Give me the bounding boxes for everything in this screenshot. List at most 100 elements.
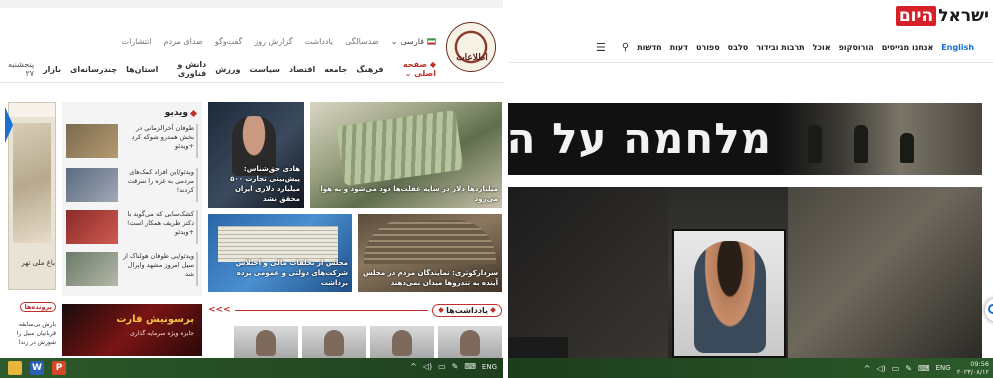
clock[interactable]: 09:56 ۲۰۲۳/۰۸/۱۲ bbox=[957, 360, 989, 376]
search-icon[interactable]: ⚲ bbox=[622, 42, 629, 53]
notes-divider bbox=[234, 309, 429, 311]
top-nav-item[interactable]: انتشارات bbox=[122, 37, 152, 46]
side-story-caption: باغ ملی تهر bbox=[21, 259, 55, 267]
video-item-bar bbox=[196, 168, 198, 202]
input-language[interactable]: ENG bbox=[482, 363, 497, 371]
top-nav-item[interactable]: صدسالگی bbox=[345, 37, 379, 46]
author-portrait[interactable] bbox=[370, 326, 434, 358]
nav-item[interactable]: چندرسانه‌ای bbox=[70, 65, 117, 74]
nav-item[interactable]: תרבות ובידור bbox=[756, 43, 804, 52]
video-item-bar bbox=[196, 210, 198, 244]
feature-card[interactable]: سردارکوثری: نمایندگان مردم در مجلس آینده… bbox=[358, 214, 502, 292]
nav-item[interactable]: דעות bbox=[670, 43, 688, 52]
diamond-icon bbox=[438, 307, 444, 313]
feature-caption: مجلس از تخلفات مالی و اختلاس شرکت‌های دو… bbox=[235, 259, 348, 287]
volume-icon[interactable]: ◁) bbox=[877, 364, 886, 373]
notes-title-label: یادداشت‌ها bbox=[446, 305, 488, 315]
site-logo[interactable]: ישראל היום bbox=[895, 6, 989, 26]
pen-icon[interactable]: ✎ bbox=[452, 362, 459, 371]
nav-item[interactable]: استان‌ها bbox=[126, 65, 158, 74]
keyboard-icon[interactable]: ⌨ bbox=[918, 364, 930, 373]
network-icon[interactable]: ▭ bbox=[892, 364, 900, 373]
nav-home[interactable]: ◆ صفحه اصلی ⌄ bbox=[393, 60, 436, 78]
top-nav-item[interactable]: یادداشت bbox=[305, 37, 334, 46]
war-banner[interactable]: מלחמה על הבית bbox=[508, 103, 982, 175]
feature-caption: هادی حق‌شناس: پیش‌بینی تجارت ۵۰۰ میلیارد… bbox=[230, 165, 300, 203]
nav-item[interactable]: سیاست bbox=[250, 65, 280, 74]
input-language[interactable]: ENG bbox=[936, 364, 951, 372]
nav-item[interactable]: ספורט bbox=[696, 43, 720, 52]
volume-icon[interactable]: ◁) bbox=[423, 362, 432, 371]
powerpoint-icon[interactable]: P bbox=[52, 361, 66, 375]
nav-item[interactable]: הורוסקופ bbox=[839, 43, 874, 52]
taskbar-apps: W P bbox=[8, 361, 66, 375]
video-item[interactable]: طوفان آخرالزمانی در بخش همدرو شوکه کرد +… bbox=[66, 124, 198, 162]
advertisement-banner[interactable]: برسونیش فارت جایزه ویژه سرمایه گذاری bbox=[62, 304, 202, 356]
nav-item[interactable]: دانش و فناوری bbox=[167, 60, 206, 78]
top-nav-item[interactable]: صدای مردم bbox=[164, 37, 203, 46]
top-nav: فارسی ⌄ صدسالگی یادداشت گزارش روز گفت‌وگ… bbox=[8, 34, 436, 48]
chevron-up-icon[interactable]: ^ bbox=[864, 364, 871, 373]
nav-item[interactable]: אוכל bbox=[813, 43, 831, 52]
nav-item[interactable]: اقتصاد bbox=[289, 65, 315, 74]
file-explorer-icon[interactable] bbox=[8, 361, 22, 375]
video-item[interactable]: ویدئو/بی طوفان هولناک از سیل امروز مشهد … bbox=[66, 252, 198, 290]
ad-subtitle: جایزه ویژه سرمایه گذاری bbox=[130, 330, 194, 337]
video-item-title: طوفان آخرالزمانی در بخش همدرو شوکه کرد +… bbox=[131, 124, 194, 150]
diamond-icon bbox=[189, 109, 198, 117]
video-thumbnail bbox=[66, 252, 118, 286]
network-icon[interactable]: ▭ bbox=[438, 362, 446, 371]
word-icon[interactable]: W bbox=[30, 361, 44, 375]
dossier-item[interactable]: بارش بی‌سابقه قربانیان سیل را bbox=[8, 320, 56, 338]
video-player[interactable] bbox=[508, 187, 982, 358]
feature-card[interactable]: هادی حق‌شناس: پیش‌بینی تجارت ۵۰۰ میلیارد… bbox=[208, 102, 304, 208]
nav-item-english[interactable]: English bbox=[941, 43, 974, 52]
logo-text: اطلاعات bbox=[456, 53, 488, 63]
nav-divider bbox=[508, 62, 993, 63]
nav-item[interactable]: סלבס bbox=[728, 43, 749, 52]
notes-more-arrows[interactable]: <<< bbox=[208, 305, 231, 315]
top-nav-item[interactable]: گفت‌وگو bbox=[215, 37, 243, 46]
side-story-card[interactable]: باغ ملی تهر bbox=[5, 102, 56, 290]
nav-item[interactable]: فرهنگ bbox=[356, 65, 383, 74]
author-portrait[interactable] bbox=[438, 326, 502, 358]
carousel-arrow-icon[interactable] bbox=[5, 107, 13, 143]
dossier-item[interactable]: شورش در زندا bbox=[8, 338, 56, 347]
feature-card[interactable]: مجلس از تخلفات مالی و اختلاس شرکت‌های دو… bbox=[208, 214, 352, 292]
author-portrait[interactable] bbox=[234, 326, 298, 358]
video-section: ویدیو طوفان آخرالزمانی در بخش همدرو شوکه… bbox=[62, 102, 202, 296]
keyboard-icon[interactable]: ⌨ bbox=[464, 362, 476, 371]
pen-icon[interactable]: ✎ bbox=[905, 364, 912, 373]
top-nav-item[interactable]: گزارش روز bbox=[254, 37, 292, 46]
notes-portraits bbox=[226, 326, 502, 358]
video-inset-frame bbox=[672, 229, 786, 358]
hamburger-menu-icon[interactable]: ☰ bbox=[596, 41, 606, 54]
system-tray: ^ ◁) ▭ ✎ ⌨ ENG bbox=[410, 362, 497, 371]
accessibility-widget[interactable] bbox=[984, 297, 993, 323]
chevron-up-icon[interactable]: ^ bbox=[410, 362, 417, 371]
banner-figure bbox=[808, 125, 822, 163]
feature-card-main[interactable]: میلیاردها دلار در سایه غفلت‌ها دود می‌شو… bbox=[310, 102, 502, 208]
nav-item[interactable]: جامعه bbox=[324, 65, 347, 74]
author-portrait[interactable] bbox=[302, 326, 366, 358]
video-item-bar bbox=[196, 252, 198, 286]
nav-item[interactable]: ورزش bbox=[215, 65, 240, 74]
site-logo[interactable]: اطلاعات bbox=[446, 22, 496, 72]
notes-section-title[interactable]: یادداشت‌ها bbox=[432, 303, 502, 317]
nav-item[interactable]: بازار bbox=[43, 65, 61, 74]
video-item-bar bbox=[196, 124, 198, 158]
brand-part-1: ישראל bbox=[938, 6, 989, 26]
left-taskbar: W P ^ ◁) ▭ ✎ ⌨ ENG bbox=[0, 358, 503, 378]
left-browser-screen: اطلاعات فارسی ⌄ صدسالگی یادداشت گزارش رو… bbox=[0, 0, 503, 378]
video-section-title[interactable]: ویدیو bbox=[165, 108, 198, 118]
nav-item[interactable]: חדשות bbox=[637, 43, 661, 52]
date-label: پنجشنبه ۲۷ bbox=[8, 60, 35, 78]
video-item[interactable]: کشک‌سابی که می‌گوید با دکتر ظریف همکار ا… bbox=[66, 210, 198, 248]
dossier-tag[interactable]: پرونده‌ها bbox=[20, 302, 56, 312]
iran-flag-icon bbox=[427, 37, 436, 45]
video-item[interactable]: ویدئو/این افراد کمک‌های مردمی به غزه را … bbox=[66, 168, 198, 206]
video-item-title: ویدئو/این افراد کمک‌های مردمی به غزه را … bbox=[127, 168, 194, 194]
language-selector[interactable]: فارسی ⌄ bbox=[391, 37, 436, 46]
nav-item[interactable]: אנחנו מגייסים bbox=[882, 43, 934, 52]
language-label: فارسی bbox=[400, 36, 425, 46]
